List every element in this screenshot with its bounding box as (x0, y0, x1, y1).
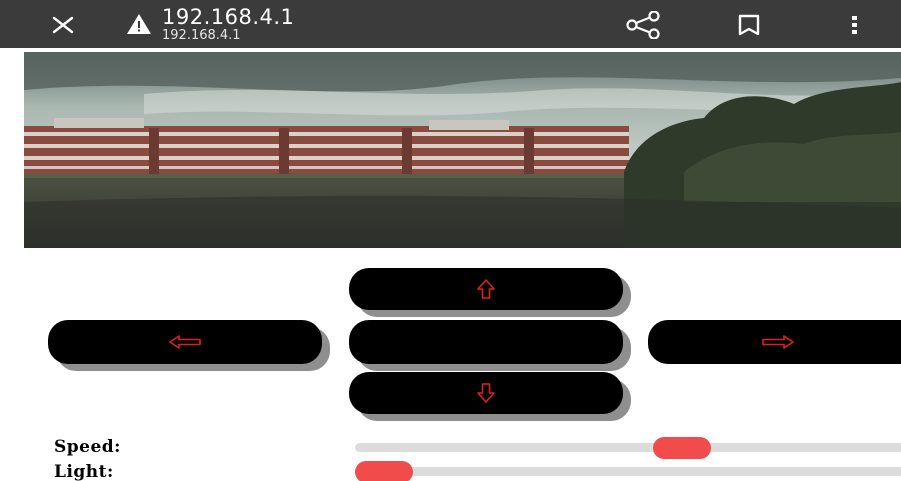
speed-slider-thumb[interactable] (652, 436, 711, 459)
share-icon[interactable] (626, 10, 660, 40)
light-slider-thumb[interactable] (355, 460, 413, 481)
arrow-up-icon (477, 279, 495, 299)
bookmark-icon[interactable] (735, 11, 763, 39)
arrow-right-icon (762, 335, 794, 349)
stop-button[interactable] (349, 320, 623, 364)
browser-top-bar: 192.168.4.1 192.168.4.1 (0, 0, 901, 48)
right-button[interactable] (648, 320, 901, 364)
camera-feed-image (24, 52, 901, 248)
kebab-menu-icon[interactable] (845, 10, 865, 40)
robot-control-page: 192.168.4.1 192.168.4.1 Speed: Light: (0, 0, 901, 481)
url-title[interactable]: 192.168.4.1 (162, 5, 294, 29)
forward-button[interactable] (349, 268, 623, 310)
close-icon[interactable] (48, 10, 78, 40)
speed-slider[interactable] (355, 436, 901, 459)
light-label: Light: (54, 462, 114, 481)
speed-label: Speed: (54, 437, 121, 457)
backward-button[interactable] (349, 372, 623, 414)
url-subtitle[interactable]: 192.168.4.1 (162, 28, 241, 43)
left-button[interactable] (48, 320, 322, 364)
light-slider[interactable] (355, 460, 901, 481)
arrow-left-icon (169, 335, 201, 349)
arrow-down-icon (477, 383, 495, 403)
warning-triangle-icon (126, 13, 152, 35)
